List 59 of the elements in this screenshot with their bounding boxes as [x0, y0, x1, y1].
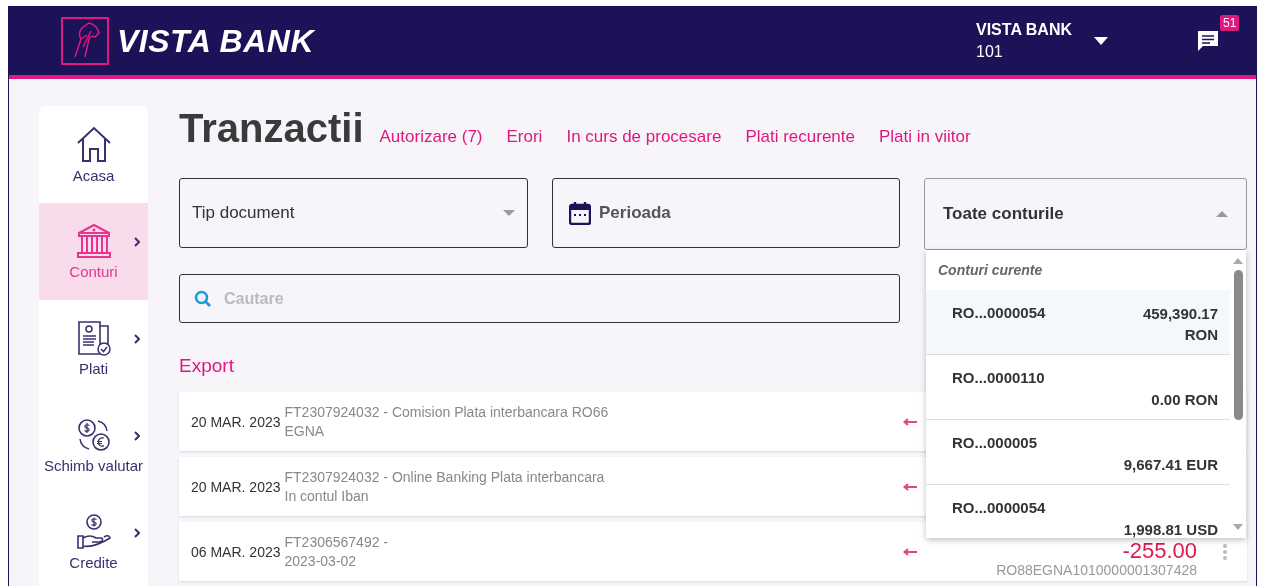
horse-logo-icon: [61, 17, 109, 65]
tab[interactable]: In curs de procesare: [566, 127, 722, 147]
calendar-icon: [569, 201, 591, 225]
left-arrow-icon: [902, 482, 917, 491]
sidebar-item[interactable]: Acasa: [39, 106, 148, 203]
transaction-description: FT2307924032 - Comision Plata interbancara RO66: [284, 402, 610, 422]
account-number: RO...0000110: [952, 369, 1045, 388]
export-link[interactable]: Export: [179, 355, 234, 377]
bank-name: VISTA BANK: [117, 22, 314, 60]
receipt-check-icon: [75, 319, 112, 356]
house-icon: [75, 124, 112, 163]
account-number: RO...000005: [952, 434, 1038, 453]
notification-badge: 51: [1220, 15, 1240, 31]
period-field[interactable]: Perioada: [552, 178, 900, 248]
sidebar-item[interactable]: Credite: [39, 494, 148, 586]
transaction-date: 06 MAR. 2023: [191, 543, 281, 560]
account-iban: RO88EGNA1010000001307428: [996, 561, 1197, 578]
scroll-up-icon[interactable]: [1233, 258, 1243, 264]
tab[interactable]: Erori: [506, 127, 543, 147]
tab[interactable]: Plati recurente: [745, 127, 855, 147]
transaction-description: EGNA: [284, 421, 326, 441]
hand-coin-icon: [75, 513, 112, 550]
account-balance: 0.00 RON: [1150, 390, 1218, 411]
caret-icon: [503, 210, 515, 216]
transaction-description: In contul Iban: [284, 486, 370, 506]
tab[interactable]: Plati in viitor: [879, 127, 971, 147]
user-code: 101: [976, 43, 1004, 61]
scroll-down-icon[interactable]: [1233, 524, 1243, 530]
accounts-dropdown[interactable]: Toate conturile: [924, 178, 1247, 250]
transaction-description: FT2306567492 -: [284, 532, 390, 552]
caret-icon[interactable]: [1094, 37, 1108, 45]
account-balance: 1,998.81 USD: [1122, 520, 1218, 538]
sidebar-item[interactable]: Schimb valutar: [39, 397, 148, 494]
tab[interactable]: Autorizare (7): [379, 127, 483, 147]
caret-icon: [1216, 211, 1228, 217]
transaction-date: 20 MAR. 2023: [191, 478, 281, 495]
message-icon[interactable]: [1196, 29, 1220, 53]
search-field[interactable]: Cautare: [179, 274, 900, 323]
account-balance: 9,667.41 EUR: [1122, 455, 1218, 476]
search-icon: [194, 290, 212, 308]
document-type-dropdown[interactable]: Tip document: [179, 178, 528, 248]
account-option[interactable]: RO...0000110 0.00 RON: [926, 355, 1230, 420]
group-heading: Conturi curente: [937, 261, 1044, 280]
bank-building-icon: [75, 222, 112, 259]
user-name: VISTA BANK: [976, 21, 1072, 39]
left-arrow-icon: [902, 417, 917, 426]
sidebar-item[interactable]: Plati: [39, 300, 148, 397]
account-number: RO...0000054: [952, 499, 1046, 518]
currency-exchange-icon: [75, 416, 112, 453]
account-number: RO...0000054: [952, 304, 1046, 323]
account-option[interactable]: RO...0000054 459,390.17 RON: [926, 290, 1230, 355]
account-balance: 459,390.17 RON: [1141, 303, 1218, 346]
transaction-description: 2023-03-02: [284, 551, 358, 571]
page-title: Tranzactii: [179, 106, 364, 151]
transaction-description: FT2307924032 - Online Banking Plata interbancara: [284, 467, 606, 487]
more-options-icon[interactable]: [1223, 543, 1227, 560]
transaction-amount: -255.00: [1122, 539, 1197, 562]
left-arrow-icon: [902, 547, 917, 556]
transaction-date: 20 MAR. 2023: [191, 413, 281, 430]
